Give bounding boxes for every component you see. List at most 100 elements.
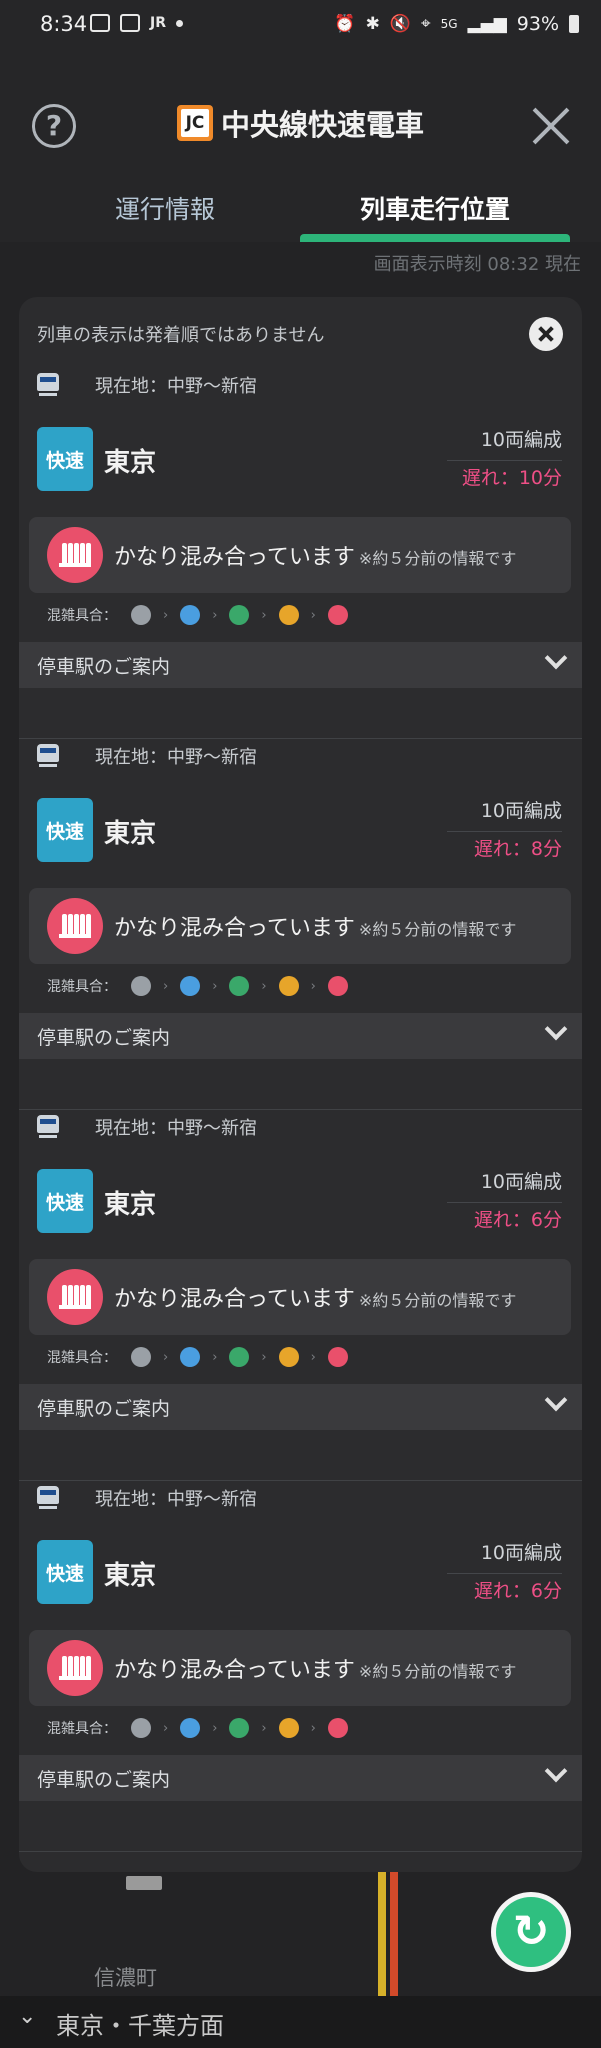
close-button[interactable] bbox=[529, 104, 573, 148]
chevron-down-icon: ⌄ bbox=[18, 2004, 37, 2029]
chevron-right-icon: › bbox=[163, 1720, 169, 1736]
mute-icon: 🔇 bbox=[389, 14, 412, 34]
crowd-level-4-icon bbox=[278, 1718, 299, 1738]
crowd-level-2-icon bbox=[180, 976, 201, 996]
car-count: 10両編成 bbox=[447, 425, 562, 461]
line-code-badge: JC bbox=[176, 105, 213, 141]
crowd-legend-label: 混雑具合： bbox=[47, 1721, 117, 1737]
car-count: 10両編成 bbox=[447, 1538, 562, 1574]
line-title: 中央線快速電車 bbox=[220, 108, 424, 142]
train-card: 現在地：中野〜新宿 快速 東京 10両編成 遅れ：8分 かなり混み合っています ※約５分前の… bbox=[19, 668, 582, 1110]
location-row: 現在地：中野〜新宿 bbox=[37, 743, 257, 769]
crowd-level-2-icon bbox=[180, 605, 201, 625]
status-left-icons: JR bbox=[90, 14, 183, 32]
train-type-badge: 快速 bbox=[37, 427, 93, 491]
crowding-label: かなり混み合っています bbox=[114, 545, 355, 570]
crowding-status: かなり混み合っています ※約５分前の情報です bbox=[114, 539, 516, 571]
chevron-right-icon: › bbox=[261, 1720, 267, 1736]
chevron-right-icon: › bbox=[261, 607, 267, 623]
crowd-level-4-icon bbox=[278, 1347, 299, 1367]
train-card: 現在地：中野〜新宿 快速 東京 10両編成 遅れ：6分 かなり混み合っています ※約５分前の… bbox=[19, 1039, 582, 1481]
delay-status: 遅れ：6分 bbox=[473, 1209, 562, 1231]
location-row: 現在地：中野〜新宿 bbox=[37, 1114, 257, 1140]
crowd-level-3-icon bbox=[229, 605, 250, 625]
location-row: 現在地：中野〜新宿 bbox=[37, 1485, 257, 1511]
crowded-train-icon bbox=[47, 898, 103, 954]
bus-icon bbox=[120, 14, 140, 32]
crowd-level-3-icon bbox=[229, 1347, 250, 1367]
location-row: 現在地：中野〜新宿 bbox=[37, 372, 257, 398]
train-card: 現在地：中野〜新宿 快速 東京 10両編成 遅れ：10分 かなり混み合っています ※約５分前… bbox=[19, 297, 582, 739]
crowd-level-1-icon bbox=[131, 605, 151, 625]
chevron-right-icon: › bbox=[261, 1349, 267, 1365]
refresh-button[interactable]: ↻ bbox=[491, 1892, 571, 1972]
chevron-right-icon: › bbox=[310, 607, 316, 623]
current-location: 現在地：中野〜新宿 bbox=[95, 1489, 257, 1510]
crowded-train-icon bbox=[47, 1269, 103, 1325]
crowding-label: かなり混み合っています bbox=[114, 1287, 355, 1312]
crowd-level-5-icon bbox=[327, 1718, 348, 1738]
crowd-level-2-icon bbox=[180, 1718, 201, 1738]
destination: 東京 bbox=[104, 1561, 157, 1591]
crowding-status: かなり混み合っています ※約５分前の情報です bbox=[114, 1652, 516, 1684]
gallery-icon bbox=[90, 14, 110, 32]
delay-status: 遅れ：6分 bbox=[473, 1580, 562, 1602]
network-label: 5G bbox=[440, 17, 458, 31]
station-label[interactable]: 信濃町 bbox=[94, 1962, 157, 1992]
crowding-status: かなり混み合っています ※約５分前の情報です bbox=[114, 1281, 516, 1313]
refresh-icon: ↻ bbox=[496, 1897, 566, 1967]
current-location: 現在地：中野〜新宿 bbox=[95, 747, 257, 768]
alarm-icon: ⏰ bbox=[334, 14, 356, 34]
crowd-level-3-icon bbox=[229, 1718, 250, 1738]
crowded-train-icon bbox=[47, 1640, 103, 1696]
crowding-box: かなり混み合っています ※約５分前の情報です bbox=[29, 1259, 571, 1335]
crowd-level-2-icon bbox=[180, 1347, 201, 1367]
status-bar: 8:34 JR ⏰ ✱ 🔇 ⌖ 5G ▂▄▆ 93% bbox=[0, 0, 601, 52]
train-type-badge: 快速 bbox=[37, 1540, 93, 1604]
crowd-legend: 混雑具合： › › › › bbox=[47, 605, 348, 625]
bluetooth-icon: ✱ bbox=[365, 14, 380, 34]
train-info-panel: 列車の表示は発着順ではありません 現在地：中野〜新宿 快速 東京 10両編成 遅れ：10… bbox=[19, 297, 582, 1872]
crowd-legend-label: 混雑具合： bbox=[47, 1350, 117, 1366]
crowd-level-5-icon bbox=[327, 605, 348, 625]
crowd-level-4-icon bbox=[278, 976, 299, 996]
crowd-legend-label: 混雑具合： bbox=[47, 979, 117, 995]
chevron-down-icon bbox=[546, 1765, 564, 1783]
notification-dot-icon bbox=[176, 19, 183, 27]
car-count: 10両編成 bbox=[447, 796, 562, 832]
destination: 東京 bbox=[104, 819, 157, 849]
jr-app-icon: JR bbox=[150, 15, 166, 31]
crowding-label: かなり混み合っています bbox=[114, 916, 355, 941]
chevron-right-icon: › bbox=[310, 1720, 316, 1736]
crowd-legend: 混雑具合： › › › › bbox=[47, 976, 348, 996]
chevron-right-icon: › bbox=[310, 1349, 316, 1365]
display-timestamp: 画面表示時刻 08:32 現在 bbox=[373, 254, 581, 275]
chevron-right-icon: › bbox=[163, 978, 169, 994]
tab-train-position[interactable]: 列車走行位置 bbox=[360, 190, 510, 226]
train-icon bbox=[37, 1486, 59, 1510]
map-train-marker[interactable] bbox=[126, 1876, 162, 1890]
direction-label: 東京・千葉方面 bbox=[56, 2012, 224, 2040]
crowd-legend: 混雑具合： › › › › bbox=[47, 1347, 348, 1367]
delay-status: 遅れ：8分 bbox=[473, 838, 562, 860]
train-card: 現在地：中野〜新宿快速 東京 10両編成遅れ：6分かなり混み合っています ※約５分前の… bbox=[19, 1410, 582, 1852]
tab-operation-info[interactable]: 運行情報 bbox=[115, 190, 215, 226]
crowding-note: ※約５分前の情報です bbox=[358, 549, 517, 568]
chevron-right-icon: › bbox=[310, 978, 316, 994]
crowd-legend: 混雑具合： › › › › bbox=[47, 1718, 348, 1738]
crowding-label: かなり混み合っています bbox=[114, 1658, 355, 1683]
chevron-right-icon: › bbox=[163, 607, 169, 623]
crowd-level-5-icon bbox=[327, 976, 348, 996]
stops-label: 停車駅のご案内 bbox=[37, 1769, 171, 1791]
status-right-icons: ⏰ ✱ 🔇 ⌖ 5G ▂▄▆ 93% bbox=[334, 13, 579, 35]
signal-icon: ▂▄▆ bbox=[467, 14, 507, 34]
train-icon bbox=[37, 1115, 59, 1139]
stops-accordion[interactable]: 停車駅のご案内 bbox=[19, 1755, 582, 1801]
crowding-note: ※約５分前の情報です bbox=[358, 1291, 517, 1310]
crowd-level-1-icon bbox=[131, 1347, 151, 1367]
direction-bar[interactable]: ⌄ 東京・千葉方面 bbox=[0, 1996, 601, 2048]
chevron-right-icon: › bbox=[163, 1349, 169, 1365]
crowding-box: かなり混み合っています ※約５分前の情報です bbox=[29, 517, 571, 593]
rail-line-red bbox=[390, 1870, 398, 2000]
status-time: 8:34 bbox=[40, 12, 88, 36]
